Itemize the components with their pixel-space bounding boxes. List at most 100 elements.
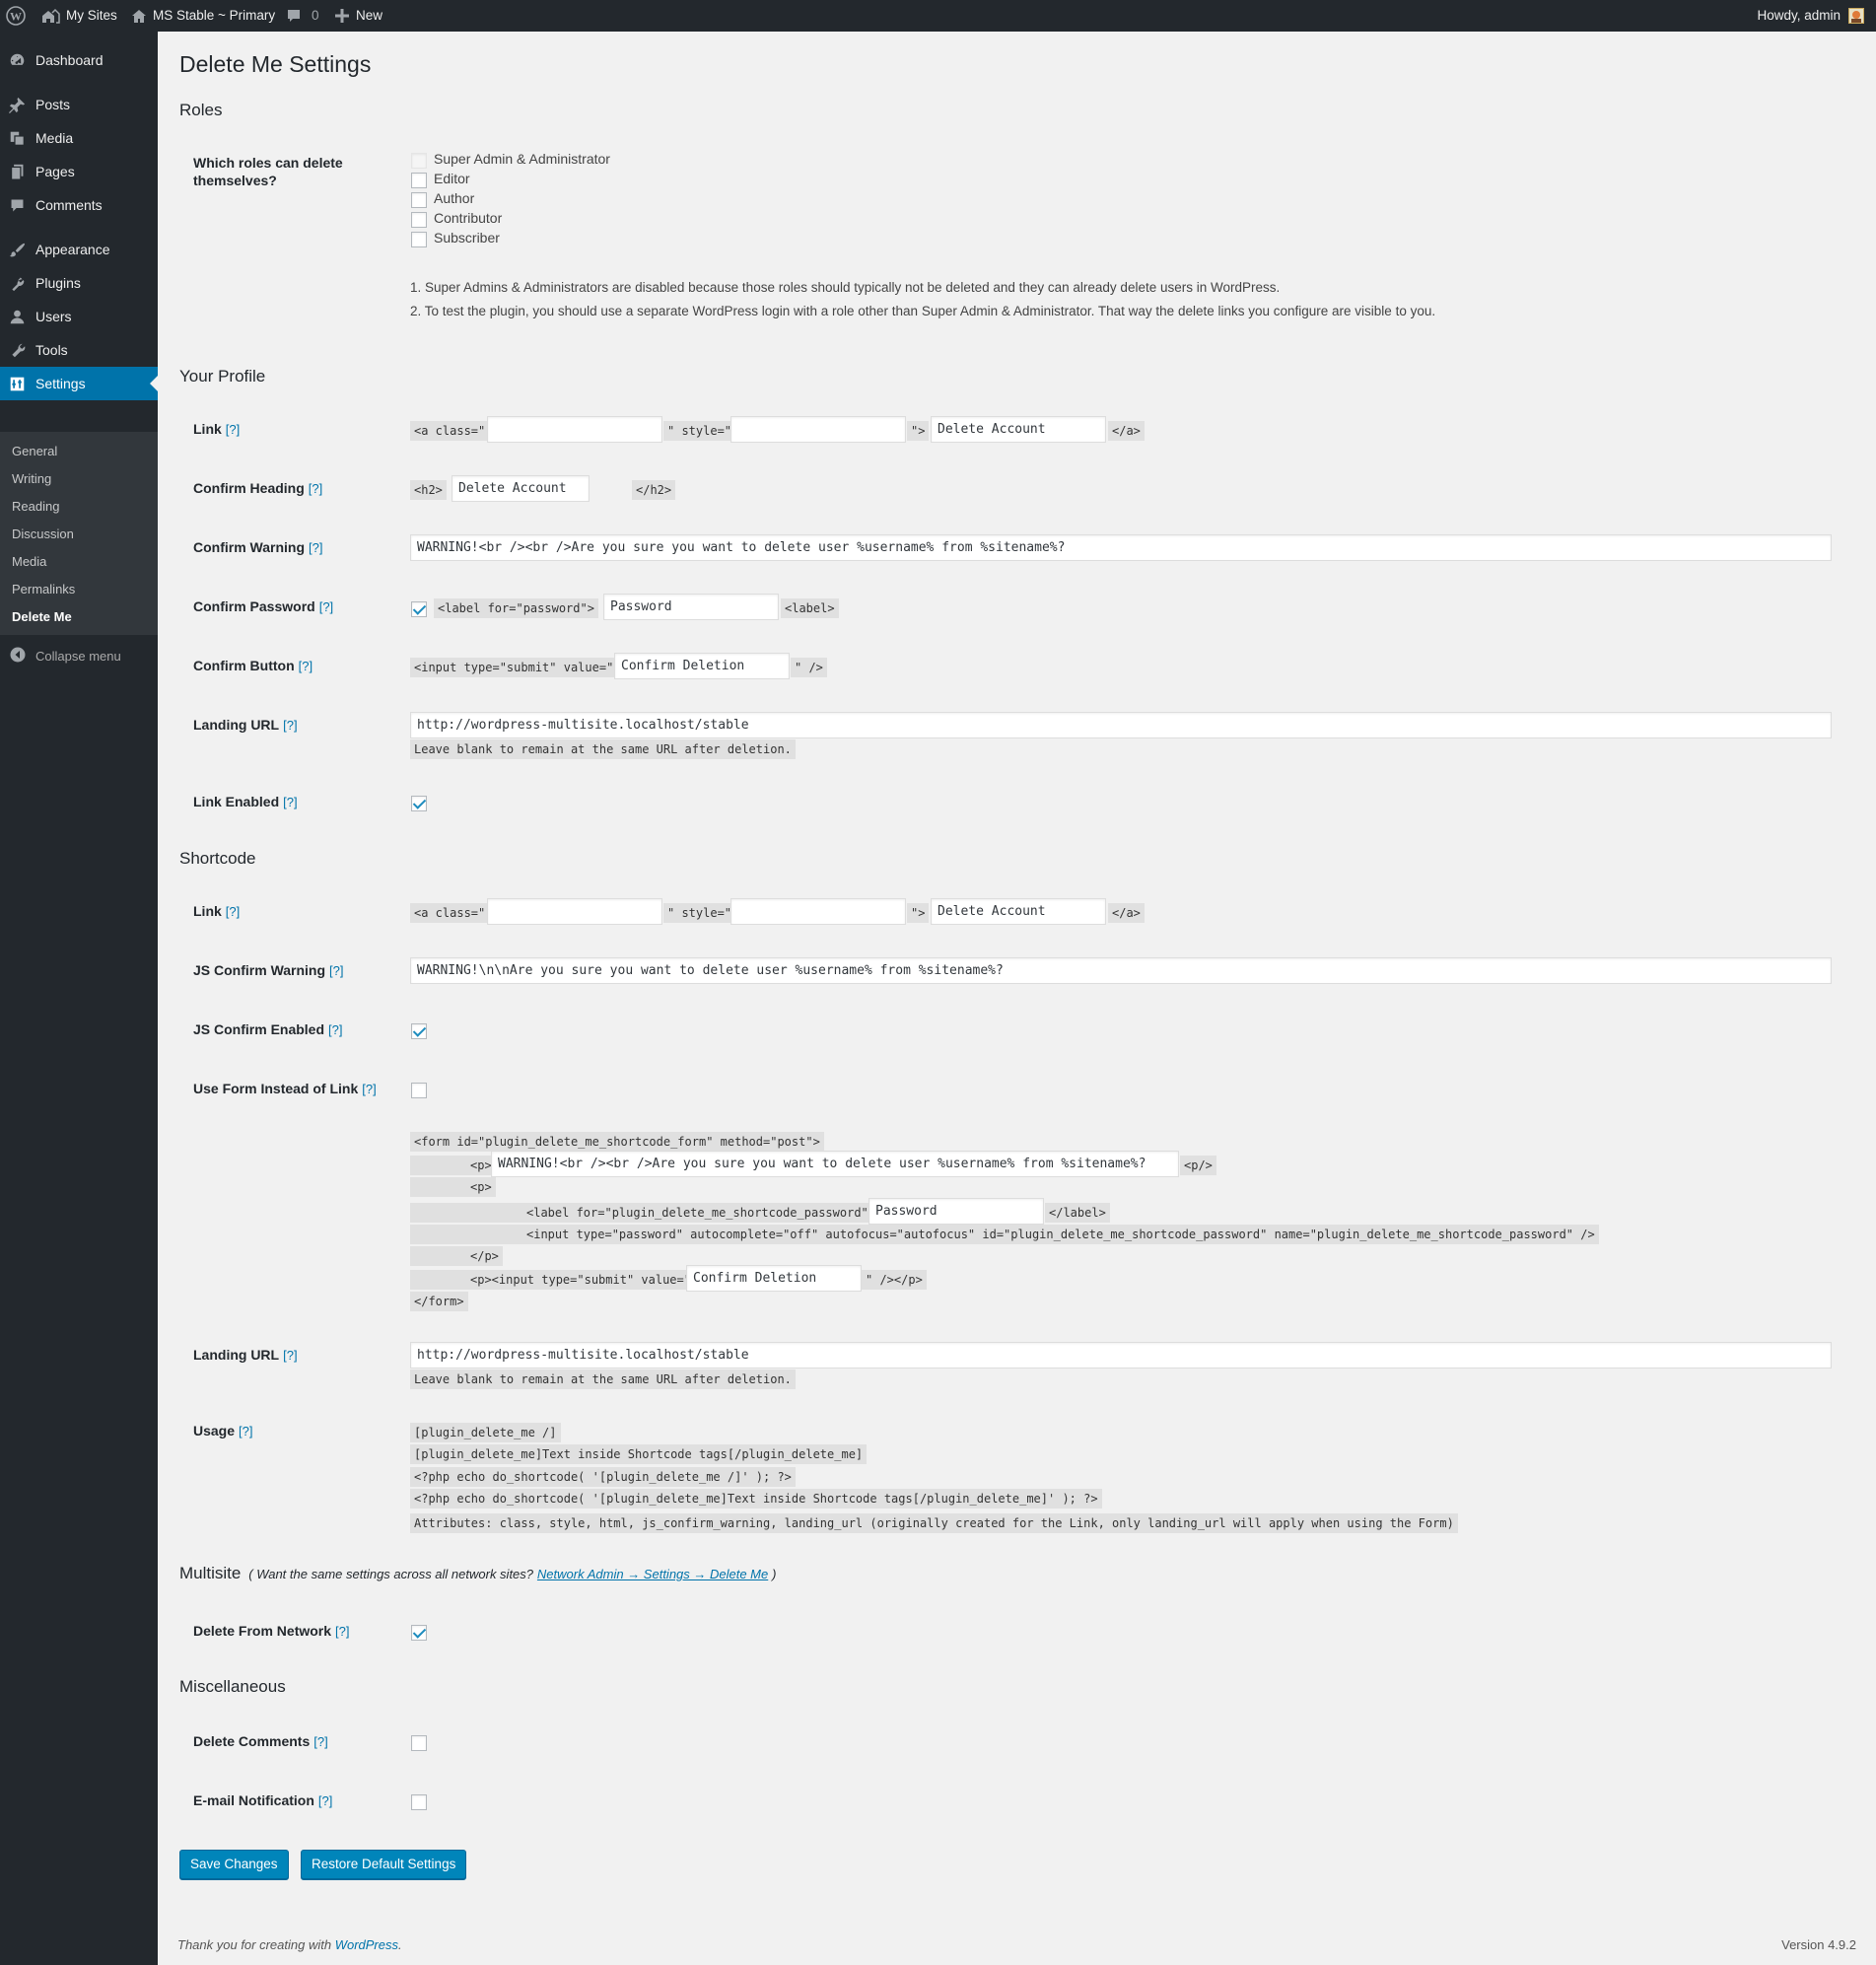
sidebar-item-plugins[interactable]: Plugins <box>0 266 158 300</box>
email-notification-checkbox[interactable] <box>411 1794 427 1810</box>
profile-landing-url-input[interactable]: http://wordpress-multisite.localhost/sta… <box>410 712 1832 738</box>
role-checkbox-super-admin[interactable] <box>411 153 427 169</box>
form-code-indent-3 <box>410 1203 524 1223</box>
help-email-notification-icon[interactable]: [?] <box>318 1793 332 1808</box>
help-confirm-password-icon[interactable]: [?] <box>319 599 333 614</box>
js-confirm-warning-input[interactable]: WARNING!\n\nAre you sure you want to del… <box>410 957 1832 984</box>
help-confirm-button-icon[interactable]: [?] <box>299 659 313 673</box>
delete-from-network-checkbox[interactable] <box>411 1625 427 1641</box>
my-account-menu[interactable]: Howdy, admin <box>1757 0 1864 32</box>
collapse-menu-button[interactable]: Collapse menu <box>10 647 121 666</box>
help-usage-icon[interactable]: [?] <box>239 1424 252 1439</box>
site-name-menu[interactable]: MS Stable ~ Primary <box>131 0 275 32</box>
role-checkbox-subscriber[interactable] <box>411 232 427 247</box>
delete-comments-label-text: Delete Comments <box>193 1733 311 1749</box>
svg-text:W: W <box>10 10 22 24</box>
profile-link-text-input[interactable]: Delete Account <box>931 416 1106 443</box>
save-changes-button[interactable]: Save Changes <box>179 1850 289 1879</box>
shortcode-link-label: Link [?] <box>193 903 240 919</box>
submenu-item-writing[interactable]: Writing <box>12 471 51 486</box>
admin-sidebar: Dashboard Posts Media Pages Comments App… <box>0 32 158 1965</box>
shortcode-landing-url-input[interactable]: http://wordpress-multisite.localhost/sta… <box>410 1342 1832 1368</box>
confirm-password-checkbox[interactable] <box>411 601 427 617</box>
multisite-heading-row: Multisite ( Want the same settings acros… <box>179 1564 776 1583</box>
multisite-note-close: ) <box>772 1567 777 1581</box>
profile-link-label: Link [?] <box>193 421 240 437</box>
profile-link-style-input[interactable] <box>730 416 906 443</box>
form-code-p2-close: </p> <box>466 1246 503 1266</box>
profile-link-class-input[interactable] <box>487 416 662 443</box>
help-profile-landing-url-icon[interactable]: [?] <box>283 718 297 733</box>
help-delete-from-network-icon[interactable]: [?] <box>335 1624 349 1639</box>
role-label-editor: Editor <box>434 171 470 186</box>
submenu-item-media[interactable]: Media <box>12 554 46 569</box>
help-delete-comments-icon[interactable]: [?] <box>313 1734 327 1749</box>
home-icon <box>131 8 147 24</box>
sidebar-item-tools[interactable]: Tools <box>0 333 158 367</box>
sidebar-item-comments[interactable]: Comments <box>0 188 158 222</box>
restore-defaults-button[interactable]: Restore Default Settings <box>301 1850 467 1879</box>
wordpress-link[interactable]: WordPress <box>335 1937 398 1952</box>
submenu-item-reading[interactable]: Reading <box>12 499 59 514</box>
new-content-menu[interactable]: New <box>335 0 382 32</box>
help-confirm-warning-icon[interactable]: [?] <box>309 540 322 555</box>
shortcode-link-text-input[interactable]: Delete Account <box>931 898 1106 925</box>
network-settings-link[interactable]: Network Admin → Settings → Delete Me <box>537 1567 768 1581</box>
profile-link-code-close-tag: "> <box>907 421 930 441</box>
my-sites-menu[interactable]: My Sites <box>40 0 117 32</box>
sidebar-item-settings[interactable]: Settings <box>0 367 158 400</box>
confirm-warning-label-text: Confirm Warning <box>193 539 306 555</box>
submenu-item-general[interactable]: General <box>12 444 57 458</box>
sidebar-item-media[interactable]: Media <box>0 121 158 155</box>
role-checkbox-contributor[interactable] <box>411 212 427 228</box>
submenu-item-delete-me[interactable]: Delete Me <box>12 609 72 624</box>
help-link-enabled-icon[interactable]: [?] <box>283 795 297 809</box>
form-submit-value-input[interactable]: Confirm Deletion <box>686 1265 862 1292</box>
form-warning-input[interactable]: WARNING!<br /><br />Are you sure you wan… <box>491 1151 1179 1177</box>
sidebar-item-appearance[interactable]: Appearance <box>0 233 158 266</box>
shortcode-landing-url-label: Landing URL [?] <box>193 1347 298 1363</box>
comments-menu[interactable]: 0 <box>286 0 319 32</box>
use-form-checkbox[interactable] <box>411 1083 427 1098</box>
use-form-label-text: Use Form Instead of Link <box>193 1081 359 1096</box>
js-confirm-enabled-label-text: JS Confirm Enabled <box>193 1021 325 1037</box>
wordpress-logo-icon[interactable]: W <box>6 0 26 32</box>
help-js-confirm-warning-icon[interactable]: [?] <box>329 963 343 978</box>
role-checkbox-author[interactable] <box>411 192 427 208</box>
role-checkbox-editor[interactable] <box>411 173 427 188</box>
help-link-icon[interactable]: [?] <box>226 422 240 437</box>
sidebar-label-media: Media <box>35 130 74 146</box>
sidebar-item-dashboard[interactable]: Dashboard <box>0 43 158 77</box>
help-js-confirm-enabled-icon[interactable]: [?] <box>328 1022 342 1037</box>
help-confirm-heading-icon[interactable]: [?] <box>309 481 322 496</box>
confirm-heading-input[interactable]: Delete Account <box>452 475 590 502</box>
sidebar-item-users[interactable]: Users <box>0 300 158 333</box>
confirm-button-input[interactable]: Confirm Deletion <box>614 653 790 679</box>
sidebar-item-posts[interactable]: Posts <box>0 88 158 121</box>
help-use-form-icon[interactable]: [?] <box>362 1082 376 1096</box>
confirm-button-code-close: " /> <box>791 658 827 677</box>
confirm-warning-input[interactable]: WARNING!<br /><br />Are you sure you wan… <box>410 534 1832 561</box>
confirm-heading-label: Confirm Heading [?] <box>193 480 322 496</box>
delete-comments-checkbox[interactable] <box>411 1735 427 1751</box>
confirm-password-input[interactable]: Password <box>603 594 779 620</box>
sidebar-item-pages[interactable]: Pages <box>0 155 158 188</box>
js-confirm-warning-label: JS Confirm Warning [?] <box>193 962 344 978</box>
roles-note-1: 1. Super Admins & Administrators are dis… <box>410 280 1281 295</box>
shortcode-link-class-input[interactable] <box>487 898 662 925</box>
plus-icon <box>335 9 349 23</box>
submenu-item-permalinks[interactable]: Permalinks <box>12 582 75 597</box>
help-shortcode-link-icon[interactable]: [?] <box>226 904 240 919</box>
help-shortcode-landing-url-icon[interactable]: [?] <box>283 1348 297 1363</box>
submenu-item-discussion[interactable]: Discussion <box>12 526 74 541</box>
shortcode-link-style-input[interactable] <box>730 898 906 925</box>
js-confirm-enabled-checkbox[interactable] <box>411 1023 427 1039</box>
confirm-password-code-open: <label for="password"> <box>434 598 598 618</box>
role-label-super-admin: Super Admin & Administrator <box>434 151 610 167</box>
shortcode-link-code-close-tag: "> <box>907 903 930 923</box>
roles-note-2: 2. To test the plugin, you should use a … <box>410 304 1436 318</box>
form-password-input[interactable]: Password <box>869 1198 1044 1225</box>
link-enabled-checkbox[interactable] <box>411 796 427 811</box>
usage-attributes: Attributes: class, style, html, js_confi… <box>410 1513 1458 1533</box>
settings-icon <box>9 376 26 392</box>
